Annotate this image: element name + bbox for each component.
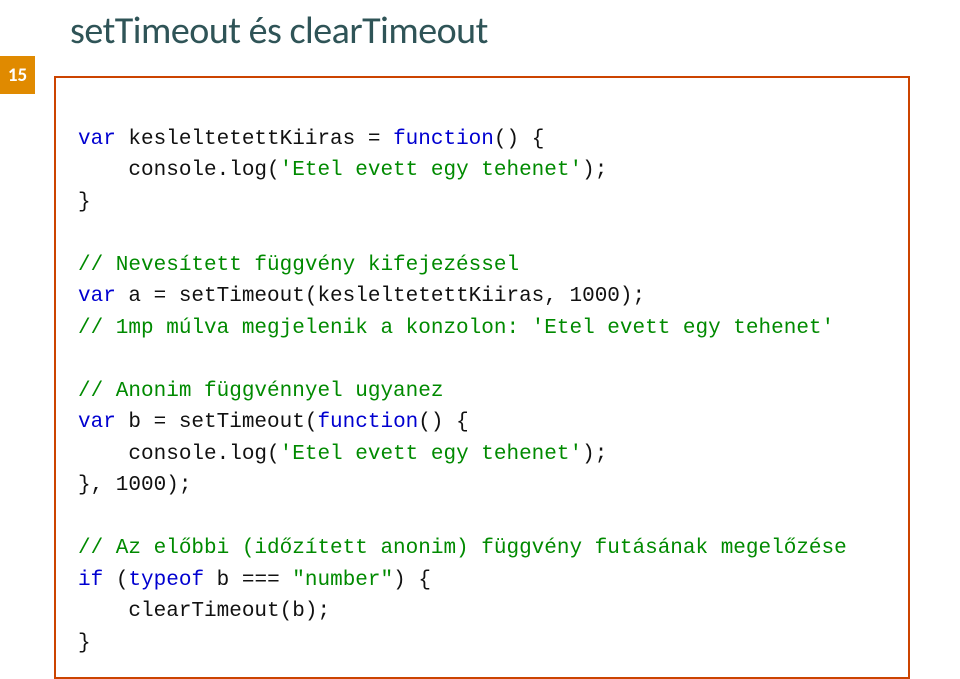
comment: // Az előbbi (időzített anonim) függvény… (78, 537, 847, 560)
code-text: () { (418, 411, 468, 434)
keyword: function (393, 128, 494, 151)
comment: // Nevesített függvény kifejezéssel (78, 254, 519, 277)
code-line: var a = setTimeout(kesleltetettKiiras, 1… (78, 285, 645, 308)
code-line: var kesleltetettKiiras = function() { (78, 128, 544, 151)
slide-number-badge: 15 (0, 56, 35, 94)
code-text: b = setTimeout( (116, 411, 318, 434)
string-literal: 'Etel evett egy tehenet' (280, 443, 582, 466)
code-text: console.log( (78, 159, 280, 182)
code-text: ); (582, 443, 607, 466)
code-text: console.log( (78, 443, 280, 466)
code-text: ) { (393, 569, 431, 592)
keyword: var (78, 128, 116, 151)
code-text: ( (103, 569, 128, 592)
code-text: a = setTimeout(kesleltetettKiiras, 1000)… (116, 285, 645, 308)
keyword: function (317, 411, 418, 434)
comment: // 1mp múlva megjelenik a konzolon: 'Ete… (78, 317, 834, 340)
code-line: console.log('Etel evett egy tehenet'); (78, 159, 607, 182)
keyword: var (78, 411, 116, 434)
string-literal: "number" (292, 569, 393, 592)
code-line: } (78, 191, 91, 214)
slide-title: setTimeout és clearTimeout (0, 0, 960, 66)
code-text: kesleltetettKiiras = (116, 128, 393, 151)
code-text: b === (204, 569, 292, 592)
code-text: ); (582, 159, 607, 182)
code-line: var b = setTimeout(function() { (78, 411, 469, 434)
code-line: if (typeof b === "number") { (78, 569, 431, 592)
code-line: } (78, 632, 91, 655)
string-literal: 'Etel evett egy tehenet' (280, 159, 582, 182)
keyword: if (78, 569, 103, 592)
code-text: () { (494, 128, 544, 151)
keyword: var (78, 285, 116, 308)
code-line: }, 1000); (78, 474, 191, 497)
keyword: typeof (128, 569, 204, 592)
code-block: var kesleltetettKiiras = function() { co… (54, 76, 910, 679)
comment: // Anonim függvénnyel ugyanez (78, 380, 443, 403)
code-line: console.log('Etel evett egy tehenet'); (78, 443, 607, 466)
